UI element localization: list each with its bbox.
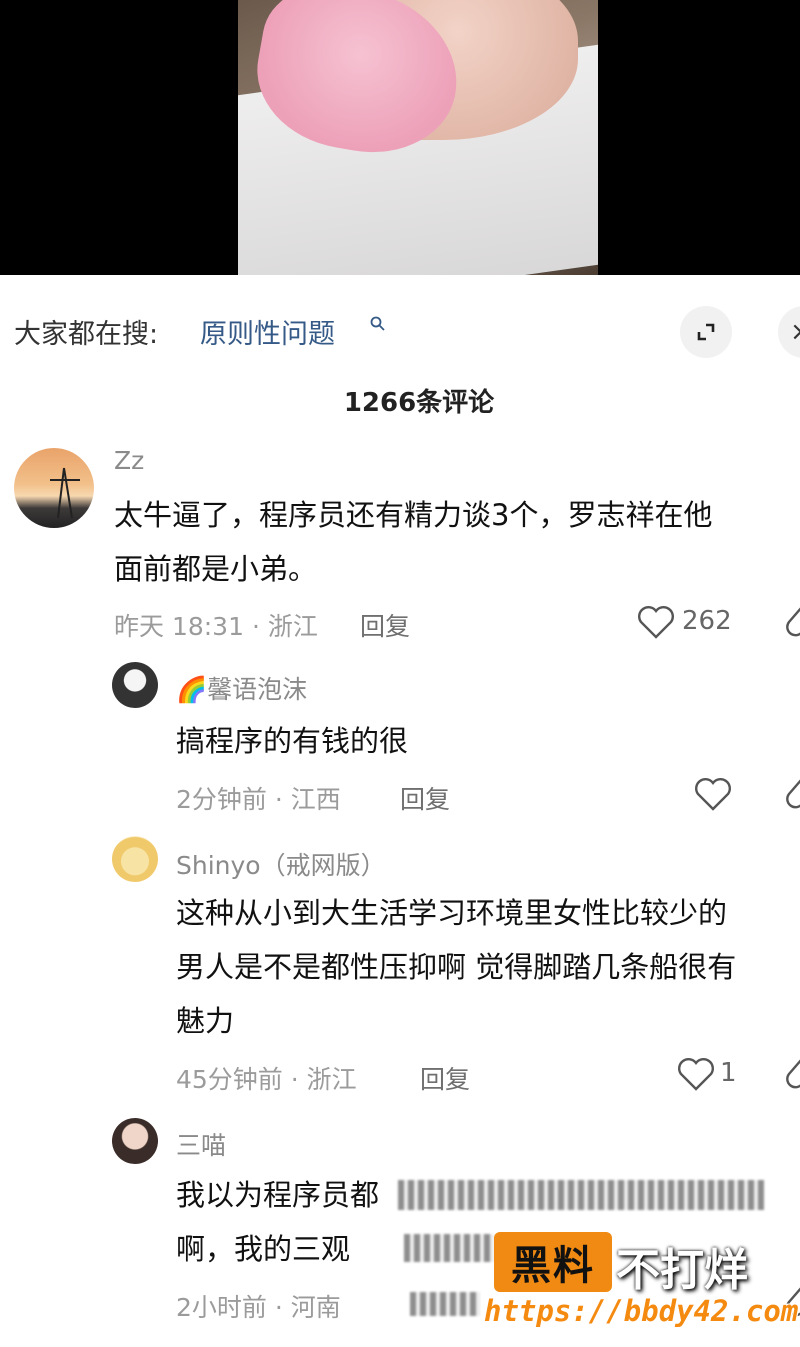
expand-icon xyxy=(697,323,715,341)
reply-button[interactable]: 回复 xyxy=(400,780,450,816)
video-player[interactable] xyxy=(0,0,800,275)
username[interactable]: 三喵 xyxy=(176,1126,226,1162)
obscured-text xyxy=(404,1234,494,1262)
comment-meta: 2小时前 · 河南 xyxy=(176,1293,341,1322)
watermark-badge: 黑料 xyxy=(494,1232,612,1292)
video-thumbnail xyxy=(238,0,598,275)
power-tower-icon xyxy=(50,467,80,519)
reply-button[interactable]: 回复 xyxy=(420,1060,470,1096)
search-prefix: 大家都在搜: xyxy=(14,319,159,350)
comment-meta: 昨天 18:31 · 浙江 xyxy=(114,612,318,641)
comment-meta: 45分钟前 · 浙江 xyxy=(176,1065,357,1094)
dislike-icon[interactable] xyxy=(784,1056,800,1092)
heart-icon[interactable] xyxy=(676,1056,716,1092)
comment-text-line: 男人是不是都性压抑啊 觉得脚踏几条船很有 xyxy=(176,950,737,984)
obscured-text xyxy=(410,1292,480,1316)
comment-text-line: 搞程序的有钱的很 xyxy=(176,724,409,758)
like-count: 1 xyxy=(720,1058,737,1088)
heart-icon[interactable] xyxy=(693,776,733,812)
comment-meta: 2分钟前 · 江西 xyxy=(176,785,341,814)
avatar[interactable] xyxy=(112,836,158,882)
comment-text-line: 啊，我的三观 xyxy=(176,1232,351,1266)
comment-text-line: 太牛逼了，程序员还有精力谈3个，罗志祥在他 xyxy=(114,498,713,532)
comment-text-line: 我以为程序员都 xyxy=(176,1178,380,1212)
watermark-url: https://bbdy42.com xyxy=(484,1294,799,1328)
search-term-link[interactable]: 原则性问题 xyxy=(200,312,335,351)
comment-text-line: 这种从小到大生活学习环境里女性比较少的 xyxy=(176,896,728,930)
username[interactable]: 🌈馨语泡沫 xyxy=(176,670,307,706)
username[interactable]: Shinyo（戒网版） xyxy=(176,846,386,882)
avatar[interactable] xyxy=(112,1118,158,1164)
expand-button[interactable] xyxy=(680,306,732,358)
search-icon xyxy=(370,316,385,331)
avatar[interactable] xyxy=(14,448,94,528)
dislike-icon[interactable] xyxy=(784,776,800,812)
reply-button[interactable]: 回复 xyxy=(360,607,410,643)
close-icon: × xyxy=(790,317,800,347)
comment-text-line: 面前都是小弟。 xyxy=(114,552,318,586)
watermark-text: 不打烊 xyxy=(616,1245,748,1296)
obscured-text xyxy=(398,1180,764,1210)
like-count: 262 xyxy=(682,606,732,636)
username[interactable]: Zz xyxy=(114,446,144,475)
heart-icon[interactable] xyxy=(636,604,676,640)
comment-count: 1266条评论 xyxy=(343,388,495,418)
dislike-icon[interactable] xyxy=(784,604,800,640)
comment-text-line: 魅力 xyxy=(176,1004,235,1038)
avatar[interactable] xyxy=(112,662,158,708)
